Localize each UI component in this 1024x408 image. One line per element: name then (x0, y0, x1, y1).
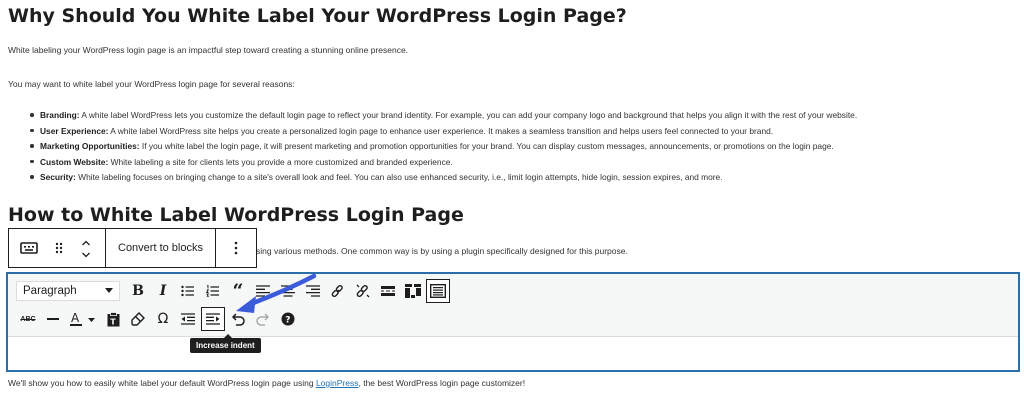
reason-text: A white label WordPress site helps you c… (108, 125, 774, 136)
toolbar-row-1: Paragraph B I “ (16, 278, 451, 304)
svg-text:T: T (110, 317, 116, 326)
decrease-indent-icon[interactable] (176, 307, 200, 331)
format-select-value: Paragraph (23, 285, 77, 297)
align-right-icon[interactable] (301, 279, 325, 303)
block-switcher-group (9, 229, 106, 267)
insert-link-icon[interactable] (326, 279, 350, 303)
italic-icon[interactable]: I (151, 279, 175, 303)
reason-text: If you white label the login page, it wi… (139, 141, 834, 151)
classic-editor-block: Paragraph B I “ ABC A T Ω ? (6, 272, 1020, 372)
block-toolbar: Convert to blocks (8, 228, 257, 268)
convert-group: Convert to blocks (106, 229, 216, 267)
list-item: Security: White labeling focuses on brin… (29, 172, 857, 188)
block-mover (75, 230, 97, 266)
bottom-paragraph: We'll show you how to easily white label… (8, 378, 525, 388)
strikethrough-icon[interactable]: ABC (16, 307, 40, 331)
blockquote-icon[interactable]: “ (226, 279, 250, 303)
numbered-list-icon[interactable] (201, 279, 225, 303)
redo-icon[interactable] (251, 307, 275, 331)
list-item: Branding: A white label WordPress lets y… (29, 110, 858, 126)
convert-to-blocks-button[interactable]: Convert to blocks (106, 230, 215, 266)
list-item: Marketing Opportunities: If you white la… (29, 141, 857, 157)
editor-toolbar: Paragraph B I “ ABC A T Ω ? (8, 274, 1018, 337)
tooltip: Increase indent (190, 334, 261, 353)
editor-content-area[interactable] (8, 337, 1018, 370)
remove-link-icon[interactable] (351, 279, 375, 303)
reason-term: Security: (40, 172, 76, 182)
reason-term: Branding: (40, 110, 80, 120)
loginpress-link[interactable]: LoginPress (316, 378, 359, 388)
bold-icon[interactable]: B (126, 279, 150, 303)
reason-text: White labeling a site for clients lets y… (108, 156, 453, 167)
section-heading-how: How to White Label WordPress Login Page (8, 204, 464, 226)
bottom-text-after: , the best WordPress login page customiz… (358, 378, 526, 388)
text-color-icon[interactable]: A (66, 307, 100, 331)
fullscreen-icon[interactable] (426, 279, 450, 303)
keyboard-icon[interactable] (9, 230, 49, 266)
options-group (216, 229, 256, 267)
read-more-icon[interactable] (376, 279, 400, 303)
toolbar-toggle-icon[interactable] (401, 279, 425, 303)
svg-text:A: A (71, 311, 80, 325)
reasons-list: Branding: A white label WordPress lets y… (29, 110, 858, 188)
reason-text: White labeling focuses on bringing chang… (75, 172, 723, 182)
paste-as-text-icon[interactable]: T (101, 307, 125, 331)
clear-formatting-icon[interactable] (126, 307, 150, 331)
undo-icon[interactable] (226, 307, 250, 331)
bottom-text-before: We'll show you how to easily white label… (8, 378, 316, 388)
increase-indent-icon[interactable] (201, 307, 225, 331)
reason-term: Marketing Opportunities: (40, 141, 140, 151)
move-down-icon[interactable] (81, 248, 91, 260)
special-character-icon[interactable]: Ω (151, 307, 175, 331)
reason-term: User Experience: (40, 125, 109, 136)
format-select[interactable]: Paragraph (16, 281, 120, 301)
align-center-icon[interactable] (276, 279, 300, 303)
more-options-icon[interactable] (216, 230, 256, 266)
bulleted-list-icon[interactable] (176, 279, 200, 303)
section-heading-why: Why Should You White Label Your WordPres… (8, 5, 627, 27)
svg-text:?: ? (285, 316, 290, 326)
drag-handle-icon[interactable] (49, 230, 69, 266)
align-left-icon[interactable] (251, 279, 275, 303)
intro-paragraph: White labeling your WordPress login page… (8, 45, 409, 55)
toolbar-row-2: ABC A T Ω ? (16, 306, 301, 332)
list-item: Custom Website: White labeling a site fo… (29, 156, 857, 173)
list-item: User Experience: A white label WordPress… (29, 125, 857, 142)
chevron-down-icon (105, 285, 113, 297)
reason-text: A white label WordPress lets you customi… (79, 110, 858, 120)
move-up-icon[interactable] (81, 236, 91, 248)
horizontal-line-icon[interactable] (41, 307, 65, 331)
partial-paragraph: sing various methods. One common way is … (256, 246, 628, 256)
reason-term: Custom Website: (40, 156, 109, 167)
reasons-intro-paragraph: You may want to white label your WordPre… (8, 79, 295, 89)
keyboard-shortcuts-icon[interactable]: ? (276, 307, 300, 331)
